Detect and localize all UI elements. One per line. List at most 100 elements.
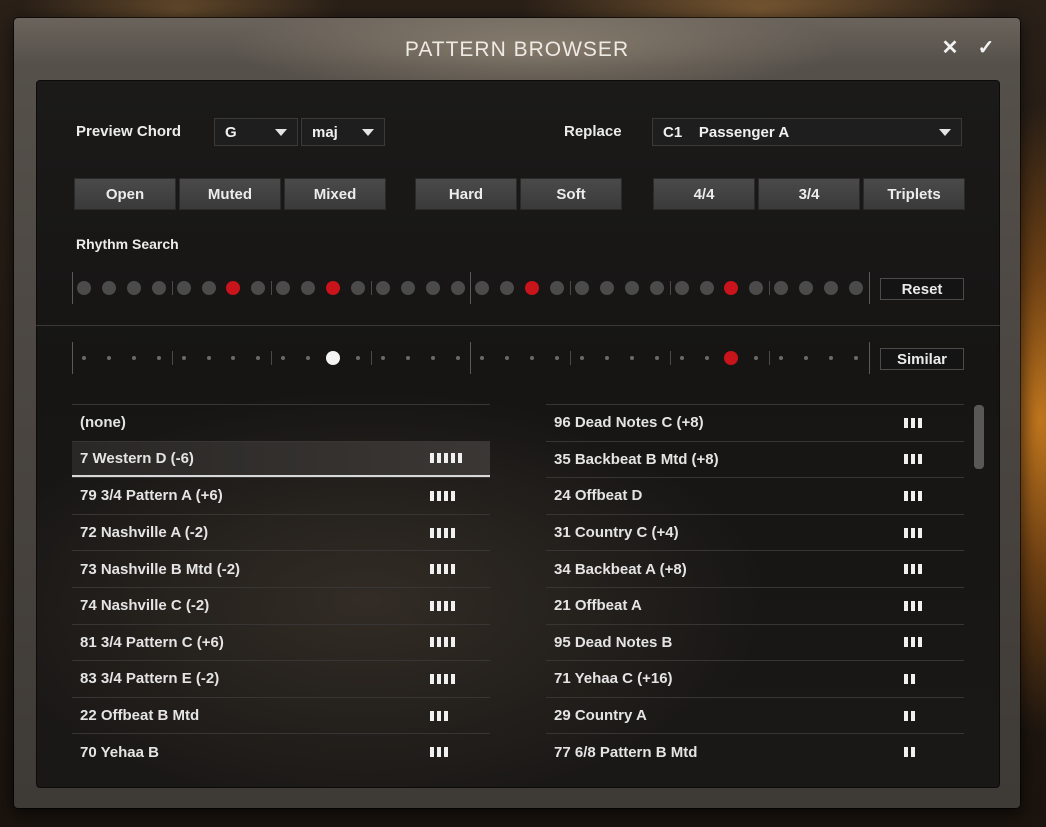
rhythm-step[interactable] [77, 281, 91, 295]
dynamics-hard-button[interactable]: Hard [415, 178, 517, 210]
rhythm-step[interactable] [848, 281, 863, 295]
similar-step-white[interactable] [326, 351, 340, 365]
similar-step[interactable] [704, 356, 709, 360]
meter-triplets-button[interactable]: Triplets [863, 178, 965, 210]
similar-step[interactable] [82, 356, 86, 360]
rhythm-step[interactable] [475, 281, 490, 295]
pattern-list-item[interactable]: 96 Dead Notes C (+8) [546, 404, 964, 441]
pattern-list-item[interactable]: 70 Yehaa B [72, 733, 490, 770]
pattern-list-item[interactable]: 21 Offbeat A [546, 586, 964, 624]
pattern-list-item[interactable]: 29 Country A [546, 696, 964, 734]
rhythm-step[interactable] [799, 281, 814, 295]
similar-step[interactable] [629, 356, 634, 360]
rhythm-step[interactable] [500, 281, 515, 295]
rhythm-search-grid[interactable] [72, 272, 872, 304]
similar-step[interactable] [779, 356, 784, 360]
rhythm-step[interactable] [151, 281, 166, 295]
rhythm-step[interactable] [624, 281, 639, 295]
list-scrollbar[interactable] [974, 405, 984, 469]
pattern-list-item[interactable]: 71 Yehaa C (+16) [546, 660, 964, 697]
similar-step[interactable] [430, 356, 435, 360]
rhythm-step-active[interactable] [326, 281, 340, 295]
pattern-list-item[interactable]: 72 Nashville A (-2) [72, 513, 490, 551]
rhythm-step[interactable] [251, 281, 266, 295]
articulation-mixed-button[interactable]: Mixed [284, 178, 386, 210]
rhythm-step-active[interactable] [525, 281, 540, 295]
rhythm-step[interactable] [599, 281, 614, 295]
similar-step[interactable] [281, 356, 286, 360]
similar-grid[interactable] [72, 342, 872, 374]
rhythm-step[interactable] [301, 281, 316, 295]
rhythm-step[interactable] [550, 281, 565, 295]
articulation-open-button[interactable]: Open [74, 178, 176, 210]
similar-step[interactable] [455, 356, 460, 360]
pattern-list-item[interactable]: 81 3/4 Pattern C (+6) [72, 623, 490, 661]
similar-step[interactable] [754, 356, 759, 360]
pattern-list-item[interactable]: 34 Backbeat A (+8) [546, 550, 964, 587]
rhythm-step[interactable] [201, 281, 216, 295]
similar-step[interactable] [256, 356, 261, 360]
rhythm-step[interactable] [400, 281, 415, 295]
rhythm-step[interactable] [824, 281, 838, 295]
similar-step[interactable] [156, 356, 161, 360]
chord-root-select[interactable]: G [214, 118, 298, 146]
rhythm-step-active[interactable] [226, 281, 241, 295]
rhythm-step[interactable] [749, 281, 764, 295]
rhythm-step[interactable] [649, 281, 664, 295]
similar-step[interactable] [355, 356, 360, 360]
similar-step[interactable] [530, 356, 535, 360]
similar-step[interactable] [206, 356, 211, 360]
dynamics-soft-button[interactable]: Soft [520, 178, 622, 210]
similar-step[interactable] [679, 356, 684, 360]
pattern-list-item[interactable]: 79 3/4 Pattern A (+6) [72, 477, 490, 514]
pattern-list-item[interactable]: 31 Country C (+4) [546, 513, 964, 551]
rhythm-step[interactable] [575, 281, 589, 295]
rhythm-step[interactable] [276, 281, 291, 295]
rhythm-step[interactable] [450, 281, 465, 295]
similar-step-red[interactable] [724, 351, 739, 365]
rhythm-step[interactable] [176, 281, 191, 295]
replace-select[interactable]: C1 Passenger A [652, 118, 962, 146]
pattern-list-item[interactable]: 95 Dead Notes B [546, 623, 964, 661]
similar-step[interactable] [380, 356, 385, 360]
similar-step[interactable] [131, 356, 136, 360]
similar-step[interactable] [106, 356, 111, 360]
similar-step[interactable] [604, 356, 609, 360]
rhythm-step[interactable] [699, 281, 714, 295]
chord-quality-select[interactable]: maj [301, 118, 385, 146]
rhythm-step-active[interactable] [724, 281, 739, 295]
rhythm-step[interactable] [674, 281, 689, 295]
similar-step[interactable] [580, 356, 584, 360]
rhythm-step[interactable] [350, 281, 365, 295]
similar-step[interactable] [405, 356, 410, 360]
similar-step[interactable] [654, 356, 659, 360]
similar-step[interactable] [480, 356, 485, 360]
reset-button[interactable]: Reset [880, 278, 964, 300]
meter-4-4-button[interactable]: 4/4 [653, 178, 755, 210]
pattern-list-item[interactable]: 24 Offbeat D [546, 477, 964, 514]
similar-step[interactable] [306, 356, 311, 360]
close-icon[interactable]: ✕ [938, 36, 962, 60]
articulation-muted-button[interactable]: Muted [179, 178, 281, 210]
similar-step[interactable] [804, 356, 809, 360]
rhythm-step[interactable] [425, 281, 440, 295]
rhythm-step[interactable] [101, 281, 116, 295]
pattern-list-item[interactable]: 74 Nashville C (-2) [72, 586, 490, 624]
similar-step[interactable] [505, 356, 510, 360]
similar-step[interactable] [829, 356, 833, 360]
pattern-list-item[interactable]: 83 3/4 Pattern E (-2) [72, 660, 490, 697]
rhythm-step[interactable] [126, 281, 141, 295]
pattern-list-item[interactable]: 7 Western D (-6) [72, 440, 490, 478]
pattern-list-item[interactable]: 22 Offbeat B Mtd [72, 696, 490, 734]
similar-button[interactable]: Similar [880, 348, 964, 370]
similar-step[interactable] [555, 356, 560, 360]
similar-step[interactable] [853, 356, 858, 360]
similar-step[interactable] [231, 356, 236, 360]
checkmark-icon[interactable]: ✓ [974, 36, 998, 60]
rhythm-step[interactable] [375, 281, 390, 295]
similar-step[interactable] [181, 356, 186, 360]
pattern-list-item[interactable]: 35 Backbeat B Mtd (+8) [546, 440, 964, 478]
meter-3-4-button[interactable]: 3/4 [758, 178, 860, 210]
pattern-list-item[interactable]: (none) [72, 404, 490, 441]
pattern-list-item[interactable]: 73 Nashville B Mtd (-2) [72, 550, 490, 587]
